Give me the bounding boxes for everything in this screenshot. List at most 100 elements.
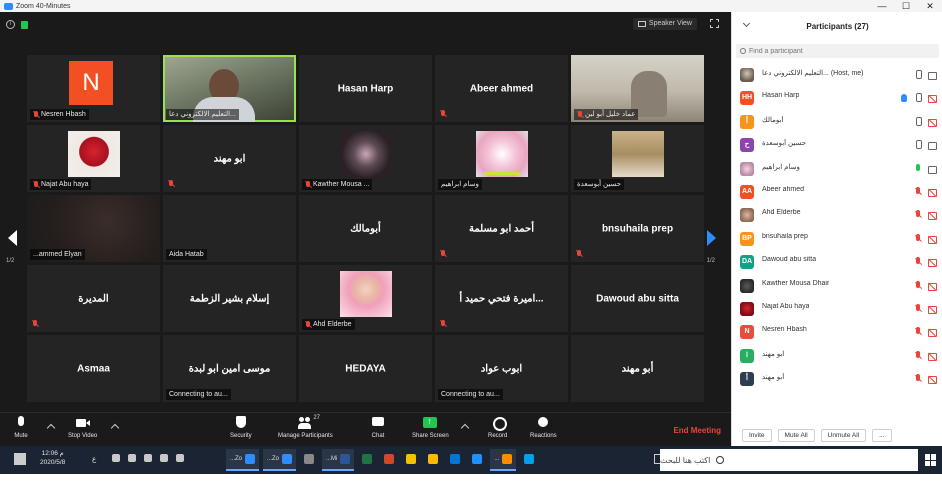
zoom-tray-icon[interactable] <box>176 454 184 462</box>
video-tile[interactable]: أبو مهند <box>571 335 704 402</box>
taskbar-app[interactable] <box>424 449 442 471</box>
microphone-status-icon[interactable] <box>914 93 922 103</box>
audio-options-caret-icon[interactable] <box>46 423 56 433</box>
participant-row[interactable]: ا ابو مهند <box>732 345 942 368</box>
participant-row[interactable]: AA Abeer ahmed <box>732 181 942 204</box>
mute-all-button[interactable]: Mute All <box>777 428 815 442</box>
participant-row[interactable]: ح حسين أبوسعدة <box>732 134 942 157</box>
reactions-button[interactable]: Reactions <box>530 416 557 439</box>
microphone-status-icon[interactable] <box>914 70 922 80</box>
find-participant-input[interactable] <box>749 47 929 55</box>
video-tile[interactable]: Najat Abu haya <box>27 125 160 192</box>
microphone-status-icon[interactable] <box>914 350 922 361</box>
video-tile[interactable]: إسلام بشير الزطمة <box>163 265 296 332</box>
participant-row[interactable]: N Nesren Hbash <box>732 321 942 344</box>
video-tile[interactable]: اميرة فتحي حميد أ... <box>435 265 568 332</box>
microphone-status-icon[interactable] <box>914 327 922 337</box>
participant-row[interactable]: أ أبو مهند <box>732 368 942 391</box>
network-icon[interactable] <box>112 454 120 462</box>
end-meeting-button[interactable]: End Meeting <box>673 426 721 435</box>
participant-row[interactable]: Najat Abu haya <box>732 298 942 321</box>
microphone-status-icon[interactable] <box>914 303 922 314</box>
previous-page-arrow-icon[interactable] <box>8 228 18 248</box>
taskbar-app[interactable] <box>358 449 376 471</box>
video-tile[interactable]: ...ammed Elyan <box>27 195 160 262</box>
record-button[interactable]: Record <box>488 416 507 439</box>
taskbar-app[interactable]: ...Zo <box>263 449 297 471</box>
participant-row[interactable]: Kawther Mousa Dhair <box>732 275 942 298</box>
fullscreen-icon[interactable] <box>710 19 719 28</box>
video-tile[interactable]: Abeer ahmed <box>435 55 568 122</box>
video-tile[interactable]: Aida Hatab <box>163 195 296 262</box>
tray-overflow-icon[interactable] <box>160 454 168 462</box>
taskbar-app[interactable]: ...Zo <box>226 449 260 471</box>
taskbar-app[interactable]: ...Mi <box>322 449 355 471</box>
encryption-shield-icon[interactable] <box>21 20 28 29</box>
find-participant-field[interactable] <box>736 44 939 58</box>
video-tile[interactable]: المديرة <box>27 265 160 332</box>
close-button[interactable]: ✕ <box>918 0 942 12</box>
video-tile[interactable]: وسام ابراهيم <box>435 125 568 192</box>
video-tile[interactable]: bnsuhaila prep <box>571 195 704 262</box>
taskbar-app[interactable] <box>402 449 420 471</box>
video-tile[interactable]: أبومالك <box>299 195 432 262</box>
stop-video-button[interactable]: Stop Video <box>68 416 97 439</box>
unmute-all-button[interactable]: Unmute All <box>820 428 867 442</box>
taskbar-app[interactable] <box>520 449 538 471</box>
microphone-status-icon[interactable] <box>914 186 922 197</box>
taskbar-app[interactable] <box>446 449 464 471</box>
microphone-status-icon[interactable] <box>914 140 922 150</box>
video-tile[interactable]: Asmaa <box>27 335 160 402</box>
participant-row[interactable]: Ahd Elderbe <box>732 204 942 227</box>
participant-row[interactable]: أ أبومالك <box>732 111 942 134</box>
microphone-status-icon[interactable] <box>914 280 922 291</box>
video-tile[interactable]: HEDAYA <box>299 335 432 402</box>
video-options-caret-icon[interactable] <box>110 423 120 433</box>
security-button[interactable]: Security <box>230 416 252 439</box>
microphone-status-icon[interactable] <box>914 233 922 244</box>
participant-row[interactable]: DA Dawoud abu sitta <box>732 251 942 274</box>
participant-row[interactable]: التعليم الالكتروني دعا... (Host, me) <box>732 64 942 87</box>
microphone-status-icon[interactable] <box>914 374 922 384</box>
video-tile[interactable]: Dawoud abu sitta <box>571 265 704 332</box>
maximize-button[interactable]: ☐ <box>894 0 918 12</box>
mute-button[interactable]: Mute <box>14 416 28 439</box>
windows-start-icon[interactable] <box>925 454 937 466</box>
info-icon[interactable]: i <box>6 20 15 29</box>
video-tile[interactable]: ابوب عواد Connecting to au... <box>435 335 568 402</box>
next-page-arrow-icon[interactable] <box>707 228 717 248</box>
taskbar-app[interactable] <box>300 449 318 471</box>
participant-row[interactable]: BP bnsuhaila prep <box>732 228 942 251</box>
minimize-button[interactable]: — <box>870 0 894 12</box>
chat-button[interactable]: Chat <box>371 416 385 439</box>
taskbar-clock[interactable]: 12:06 م 2020/5/8 <box>40 449 65 467</box>
collapse-chevron-icon[interactable] <box>742 19 751 28</box>
battery-icon[interactable] <box>144 454 152 462</box>
microphone-status-icon[interactable] <box>914 116 922 127</box>
invite-button[interactable]: Invite <box>742 428 772 442</box>
share-options-caret-icon[interactable] <box>460 423 470 433</box>
microphone-status-icon[interactable] <box>914 163 922 174</box>
participant-row[interactable]: HH Hasan Harp <box>732 87 942 110</box>
taskbar-search-box[interactable]: اكتب هنا للبحث <box>660 449 918 471</box>
manage-participants-button[interactable]: 27 Manage Participants <box>278 415 333 439</box>
video-tile[interactable]: ابو مهند <box>163 125 296 192</box>
video-tile[interactable]: حسين أبوسعدة <box>571 125 704 192</box>
video-tile[interactable]: Ahd Elderbe <box>299 265 432 332</box>
speaker-view-button[interactable]: Speaker View <box>632 18 697 30</box>
taskbar-app[interactable]: ... <box>490 449 517 471</box>
video-tile[interactable]: N Nesren Hbash <box>27 55 160 122</box>
taskbar-app[interactable] <box>468 449 486 471</box>
microphone-status-icon[interactable] <box>914 257 922 267</box>
video-tile[interactable]: عماد خليل أبو لبن <box>571 55 704 122</box>
taskbar-app[interactable] <box>380 449 398 471</box>
more-options-button[interactable]: ... <box>872 428 892 442</box>
video-tile[interactable]: Kawther Mousa ... <box>299 125 432 192</box>
share-screen-button[interactable]: Share Screen <box>412 416 449 439</box>
video-tile[interactable]: موسى امين ابو لبدة Connecting to au... <box>163 335 296 402</box>
video-tile[interactable]: التعليم الالكتروني دعا... <box>163 55 296 122</box>
video-tile[interactable]: Hasan Harp <box>299 55 432 122</box>
notification-center-icon[interactable] <box>14 453 26 465</box>
microphone-status-icon[interactable] <box>914 210 922 220</box>
video-tile[interactable]: أحمد ابو مسلمة <box>435 195 568 262</box>
